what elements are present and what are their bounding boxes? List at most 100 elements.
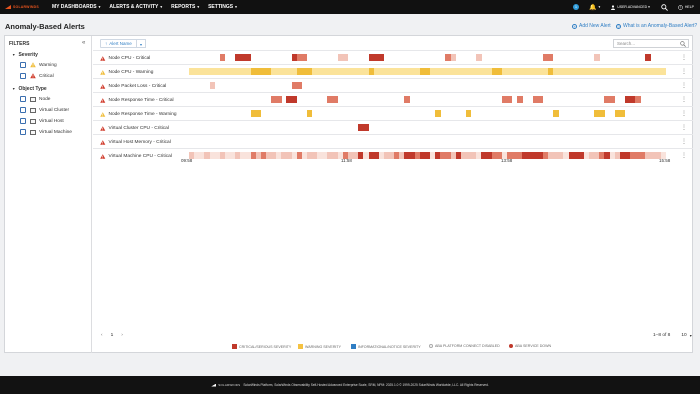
heatmap-cell[interactable] [332,96,339,103]
table-row[interactable]: Node Packet Loss - Critical ⋮ [93,78,693,92]
filter-virtual-cluster[interactable]: Virtual Cluster [20,107,69,113]
heatmap-cell[interactable] [619,110,626,117]
heatmap-cell[interactable] [609,96,615,103]
table-row[interactable]: Virtual Host Memory - Critical ⋮ [93,134,693,148]
table-row[interactable]: Node CPU - Warning ⋮ [93,64,693,78]
heatmap-cell[interactable] [553,110,559,117]
filter-node[interactable]: Node [20,96,50,102]
table-row[interactable]: Node Response Time - Warning ⋮ [93,106,693,120]
timeline-tick: 15:58 [659,158,671,163]
heatmap-cell[interactable] [476,54,482,61]
table-row[interactable]: Node CPU - Critical ⋮ [93,50,693,64]
svg-text:?: ? [680,5,682,9]
filter-virtual-host[interactable]: Virtual Host [20,118,64,124]
heatmap-cell[interactable] [517,96,523,103]
heatmap-cell[interactable] [635,96,641,103]
row-menu-icon[interactable]: ⋮ [681,138,687,145]
timeline-axis: 09:58 11:58 13:58 15:58 [93,158,693,166]
heatmap-cell[interactable] [645,54,651,61]
alert-name[interactable]: Node Response Time - Critical [100,93,174,107]
nav-my-dashboards[interactable]: MY DASHBOARDS ▾ [52,4,100,10]
heatmap-cell[interactable] [342,54,349,61]
row-menu-icon[interactable]: ⋮ [681,68,687,75]
row-menu-icon[interactable]: ⋮ [681,96,687,103]
filter-group-object-type[interactable]: ▼ Object Type [12,86,47,92]
row-menu-icon[interactable]: ⋮ [681,54,687,61]
next-page-button[interactable]: › [121,333,123,338]
help-link[interactable]: ? HELP [677,4,694,10]
add-new-alert-link[interactable]: + Add New Alert [572,23,611,29]
chevron-down-icon[interactable]: ▾ [690,333,692,338]
heatmap-cell[interactable] [378,54,385,61]
page-size-select[interactable]: 10 [681,333,686,338]
notification-badge[interactable]: 1 [572,4,579,10]
heatmap-cell[interactable] [594,54,600,61]
heatmap-cell[interactable] [301,54,308,61]
checkbox[interactable] [20,129,26,135]
search-input[interactable]: Search... [613,39,689,48]
collapse-sidebar-icon[interactable]: « [82,40,85,46]
bell-icon[interactable]: 🔔 [589,4,596,11]
checkbox[interactable] [20,73,26,79]
heatmap-cell[interactable] [450,54,456,61]
heatmap-cell[interactable] [255,110,262,117]
alert-name[interactable]: Node CPU - Critical [100,51,150,65]
filter-warning[interactable]: Warning [20,62,57,68]
filter-critical[interactable]: Critical [20,73,54,79]
filter-group-severity[interactable]: ▼ Severity [12,52,38,58]
chevron-down-icon[interactable]: ▾ [598,5,600,9]
alert-name[interactable]: Node CPU - Warning [100,65,153,79]
legend-critical: CRITICAL/SERIOUS SEVERITY [232,344,291,349]
legend-swatch [232,344,237,349]
table-row[interactable]: Virtual Cluster CPU - Critical ⋮ [93,120,693,134]
what-is-aba-link[interactable]: ? What is an Anomaly-Based Alert? [616,23,697,29]
user-menu[interactable]: USER.ADVANCED ▾ [611,4,650,10]
footer: SOLARWINDS SolarWinds Platform, SolarWin… [0,376,700,394]
nav-settings[interactable]: SETTINGS ▾ [208,4,237,10]
heatmap-cell[interactable] [507,96,513,103]
heatmap-cell[interactable] [548,54,554,61]
heatmap-cell[interactable] [404,96,410,103]
checkbox[interactable] [20,107,26,113]
sort-alert-name-button[interactable]: ↑ Alert Name [100,39,137,48]
row-menu-icon[interactable]: ⋮ [681,124,687,131]
heatmap-cell[interactable] [537,96,544,103]
heatmap-cell[interactable] [660,68,667,75]
alert-name[interactable]: Node Packet Loss - Critical [100,79,166,93]
prev-page-button[interactable]: ‹ [101,333,103,338]
heatmap-cell[interactable] [306,110,313,117]
current-page[interactable]: 1 [111,333,114,338]
heatmap-cell[interactable] [296,82,303,89]
heatmap-cell[interactable] [363,124,369,131]
what-is-aba-label: What is an Anomaly-Based Alert? [623,23,698,29]
page-title: Anomaly-Based Alerts [5,22,85,31]
alert-name[interactable]: Virtual Cluster CPU - Critical [100,121,169,135]
checkbox[interactable] [20,96,26,102]
checkbox[interactable] [20,62,26,68]
heatmap-cell[interactable] [245,54,251,61]
alert-name[interactable]: Virtual Host Memory - Critical [100,135,171,149]
footer-copyright: SolarWinds Platform, SolarWinds Observab… [243,383,489,387]
help-label: HELP [684,5,694,9]
heatmap-cell[interactable] [465,110,472,117]
row-menu-icon[interactable]: ⋮ [681,110,687,117]
table-row[interactable]: Node Response Time - Critical ⋮ [93,92,693,106]
heatmap-cell[interactable] [219,54,226,61]
nav-alerts-activity-label: ALERTS & ACTIVITY [109,4,159,10]
filter-virtual-machine-label: Virtual Machine [39,129,72,135]
search-icon[interactable] [661,3,668,11]
heatmap-cell[interactable] [435,110,441,117]
filter-virtual-host-label: Virtual Host [39,118,64,124]
nav-reports[interactable]: REPORTS ▾ [171,4,199,10]
row-menu-icon[interactable]: ⋮ [681,82,687,89]
heatmap-cell[interactable] [599,110,605,117]
heatmap-cell[interactable] [276,96,282,103]
alert-name[interactable]: Node Response Time - Warning [100,107,177,121]
nav-alerts-activity[interactable]: ALERTS & ACTIVITY ▾ [109,4,162,10]
checkbox[interactable] [20,118,26,124]
heatmap-cell[interactable] [291,96,297,103]
sort-dropdown-icon[interactable]: ▾ [136,39,146,48]
solarwinds-logo[interactable]: SOLARWINDS [5,5,43,9]
filter-virtual-machine[interactable]: Virtual Machine [20,129,72,135]
heatmap-cell[interactable] [209,82,215,89]
